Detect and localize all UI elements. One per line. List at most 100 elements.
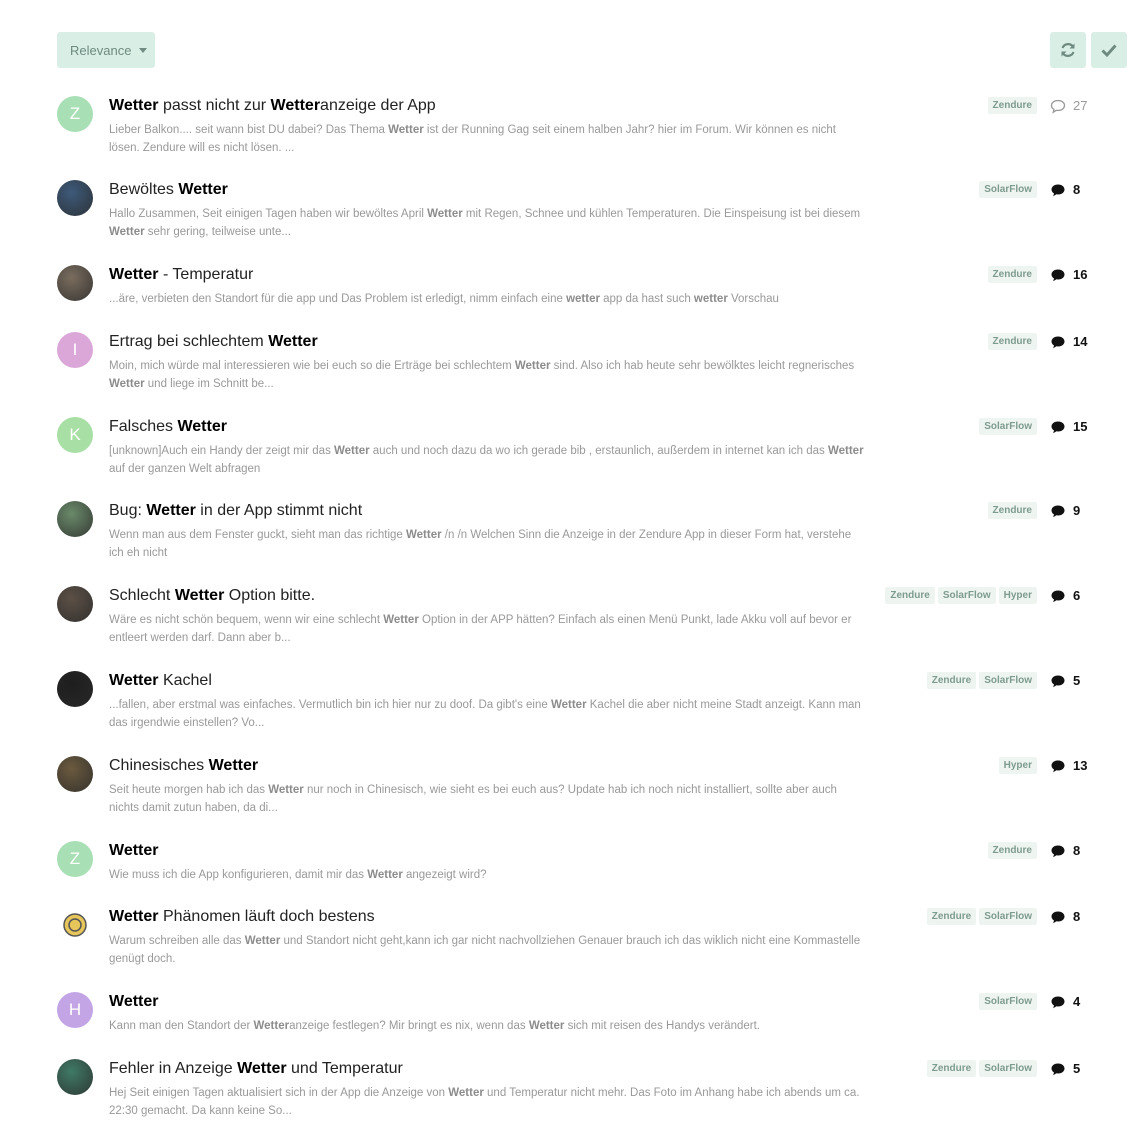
topic-tags: Zendure SolarFlow Hyper	[885, 587, 1037, 604]
reply-count: 4	[1050, 992, 1080, 1012]
tag-zendure[interactable]: Zendure	[926, 672, 977, 689]
sort-label: Relevance	[70, 42, 132, 58]
tag-solarflow[interactable]: SolarFlow	[979, 1060, 1037, 1077]
text-run: sind. Also ich hab heute sehr bewölktes …	[550, 360, 855, 372]
tag-zendure[interactable]: Zendure	[987, 266, 1037, 283]
topic-title-link[interactable]: Wetter Phänomen läuft doch bestens	[109, 907, 375, 927]
refresh-button[interactable]	[1050, 32, 1086, 68]
text-run: ...fallen, aber erstmal was einfaches. V…	[109, 699, 551, 711]
highlight-term: Wetter	[109, 97, 159, 114]
highlight-term: Wetter	[334, 445, 370, 457]
tag-solarflow[interactable]: SolarFlow	[979, 672, 1037, 689]
tag-zendure[interactable]: Zendure	[987, 842, 1037, 859]
avatar-letter: Z	[69, 104, 81, 123]
user-avatar[interactable]	[57, 586, 93, 622]
topic-title-link[interactable]: Bewöltes Wetter	[109, 180, 228, 200]
highlight-term: Wetter	[109, 266, 159, 283]
topic-snippet: Hej Seit einigen Tagen aktualisiert sich…	[109, 1084, 869, 1120]
user-avatar[interactable]: Z	[57, 96, 93, 132]
text-run: mit Regen, Schnee und kühlen Temperature…	[462, 208, 861, 220]
user-avatar[interactable]: Z	[57, 841, 93, 877]
topic-snippet: Hallo Zusammen, Seit einigen Tagen haben…	[109, 205, 869, 241]
topic-title-link[interactable]: Ertrag bei schlechtem Wetter	[109, 332, 318, 352]
topic-snippet: ...äre, verbieten den Standort für die a…	[109, 290, 869, 308]
user-avatar[interactable]	[57, 671, 93, 707]
topic-snippet: Seit heute morgen hab ich das Wetter nur…	[109, 781, 869, 817]
reply-count: 5	[1050, 671, 1080, 691]
reply-count-value: 5	[1073, 673, 1081, 688]
user-avatar[interactable]	[57, 180, 93, 216]
user-avatar[interactable]: K	[57, 417, 93, 453]
tag-solarflow[interactable]: SolarFlow	[979, 418, 1037, 435]
tag-hyper[interactable]: Hyper	[998, 757, 1037, 774]
text-run: Fehler in Anzeige	[109, 1060, 238, 1077]
user-avatar[interactable]	[57, 265, 93, 301]
text-run: Wäre es nicht schön bequem, wenn wir ein…	[109, 614, 384, 626]
tag-zendure[interactable]: Zendure	[987, 333, 1037, 350]
topic-title-link[interactable]: Schlecht Wetter Option bitte.	[109, 586, 315, 606]
topic-tags: Zendure SolarFlow	[926, 908, 1037, 925]
reply-count-value: 9	[1073, 503, 1081, 518]
topic-tags: Zendure SolarFlow	[926, 1060, 1037, 1077]
reply-count: 6	[1050, 586, 1080, 606]
highlight-term: Wetter	[253, 1020, 290, 1032]
topic-title-link[interactable]: Wetter passt nicht zur Wetteranzeige der…	[109, 96, 436, 116]
topic-title-link[interactable]: Wetter - Temperatur	[109, 265, 253, 285]
avatar-letter: H	[68, 1000, 82, 1019]
tag-zendure[interactable]: Zendure	[885, 587, 935, 604]
highlight-term: Wetter	[514, 360, 551, 372]
tag-solarflow[interactable]: SolarFlow	[979, 993, 1037, 1010]
topic-title-link[interactable]: Fehler in Anzeige Wetter und Temperatur	[109, 1059, 403, 1079]
tag-hyper[interactable]: Hyper	[998, 587, 1037, 604]
avatar-letter: I	[72, 340, 78, 359]
user-avatar[interactable]: I	[57, 332, 93, 368]
tag-zendure[interactable]: Zendure	[987, 502, 1037, 519]
reply-count: 14	[1050, 332, 1087, 352]
tag-zendure[interactable]: Zendure	[926, 908, 977, 925]
avatar-letter: Z	[69, 849, 81, 868]
highlight-term: Wetter	[550, 699, 587, 711]
topic-snippet: Lieber Balkon.... seit wann bist DU dabe…	[109, 121, 869, 157]
comment-icon	[1051, 336, 1065, 348]
reply-count-value: 8	[1073, 843, 1081, 858]
topic-snippet: Moin, mich würde mal interessieren wie b…	[109, 357, 869, 393]
highlight-term: Wetter	[208, 757, 259, 774]
highlight-term: Wetter	[528, 1020, 565, 1032]
tag-zendure[interactable]: Zendure	[926, 1060, 977, 1077]
search-toolbar: Relevance	[0, 0, 1148, 80]
user-avatar[interactable]	[57, 501, 93, 537]
highlight-term: Wetter	[178, 181, 228, 198]
reply-count: 27	[1050, 96, 1087, 116]
user-avatar[interactable]: H	[57, 992, 93, 1028]
reply-count: 5	[1050, 1059, 1080, 1079]
user-avatar[interactable]	[57, 907, 93, 943]
user-avatar[interactable]	[57, 1059, 93, 1095]
comment-icon	[1051, 505, 1065, 517]
reply-count-value: 13	[1073, 758, 1088, 773]
tag-solarflow[interactable]: SolarFlow	[979, 908, 1037, 925]
text-run: Bug:	[109, 502, 147, 519]
topic-title-link[interactable]: Falsches Wetter	[109, 417, 227, 437]
select-all-button[interactable]	[1091, 32, 1127, 68]
topic-title-link[interactable]: Wetter Kachel	[109, 671, 212, 691]
text-run: sich mit reisen des Handys verändert.	[564, 1020, 760, 1032]
sort-dropdown[interactable]: Relevance	[57, 32, 155, 68]
tag-zendure[interactable]: Zendure	[987, 97, 1037, 114]
highlight-term: Wetter	[388, 124, 424, 136]
comment-icon	[1051, 675, 1065, 687]
text-run: Vorschau	[727, 293, 779, 305]
topic-tags: Zendure SolarFlow	[926, 672, 1037, 689]
user-avatar[interactable]	[57, 756, 93, 792]
topic-title-link[interactable]: Bug: Wetter in der App stimmt nicht	[109, 501, 362, 521]
text-run: Seit heute morgen hab ich das	[109, 784, 269, 796]
topic-tags: Zendure	[987, 502, 1037, 519]
tag-solarflow[interactable]: SolarFlow	[979, 181, 1037, 198]
topic-title-link[interactable]: Wetter	[109, 992, 159, 1012]
avatar-logo-icon	[63, 913, 87, 937]
comment-icon	[1051, 996, 1065, 1008]
topic-title-link[interactable]: Wetter	[109, 841, 159, 861]
reply-count-value: 5	[1073, 1061, 1081, 1076]
topic-title-link[interactable]: Chinesisches Wetter	[109, 756, 258, 776]
text-run: [unknown]Auch ein Handy der zeigt mir da…	[109, 445, 335, 457]
tag-solarflow[interactable]: SolarFlow	[937, 587, 996, 604]
